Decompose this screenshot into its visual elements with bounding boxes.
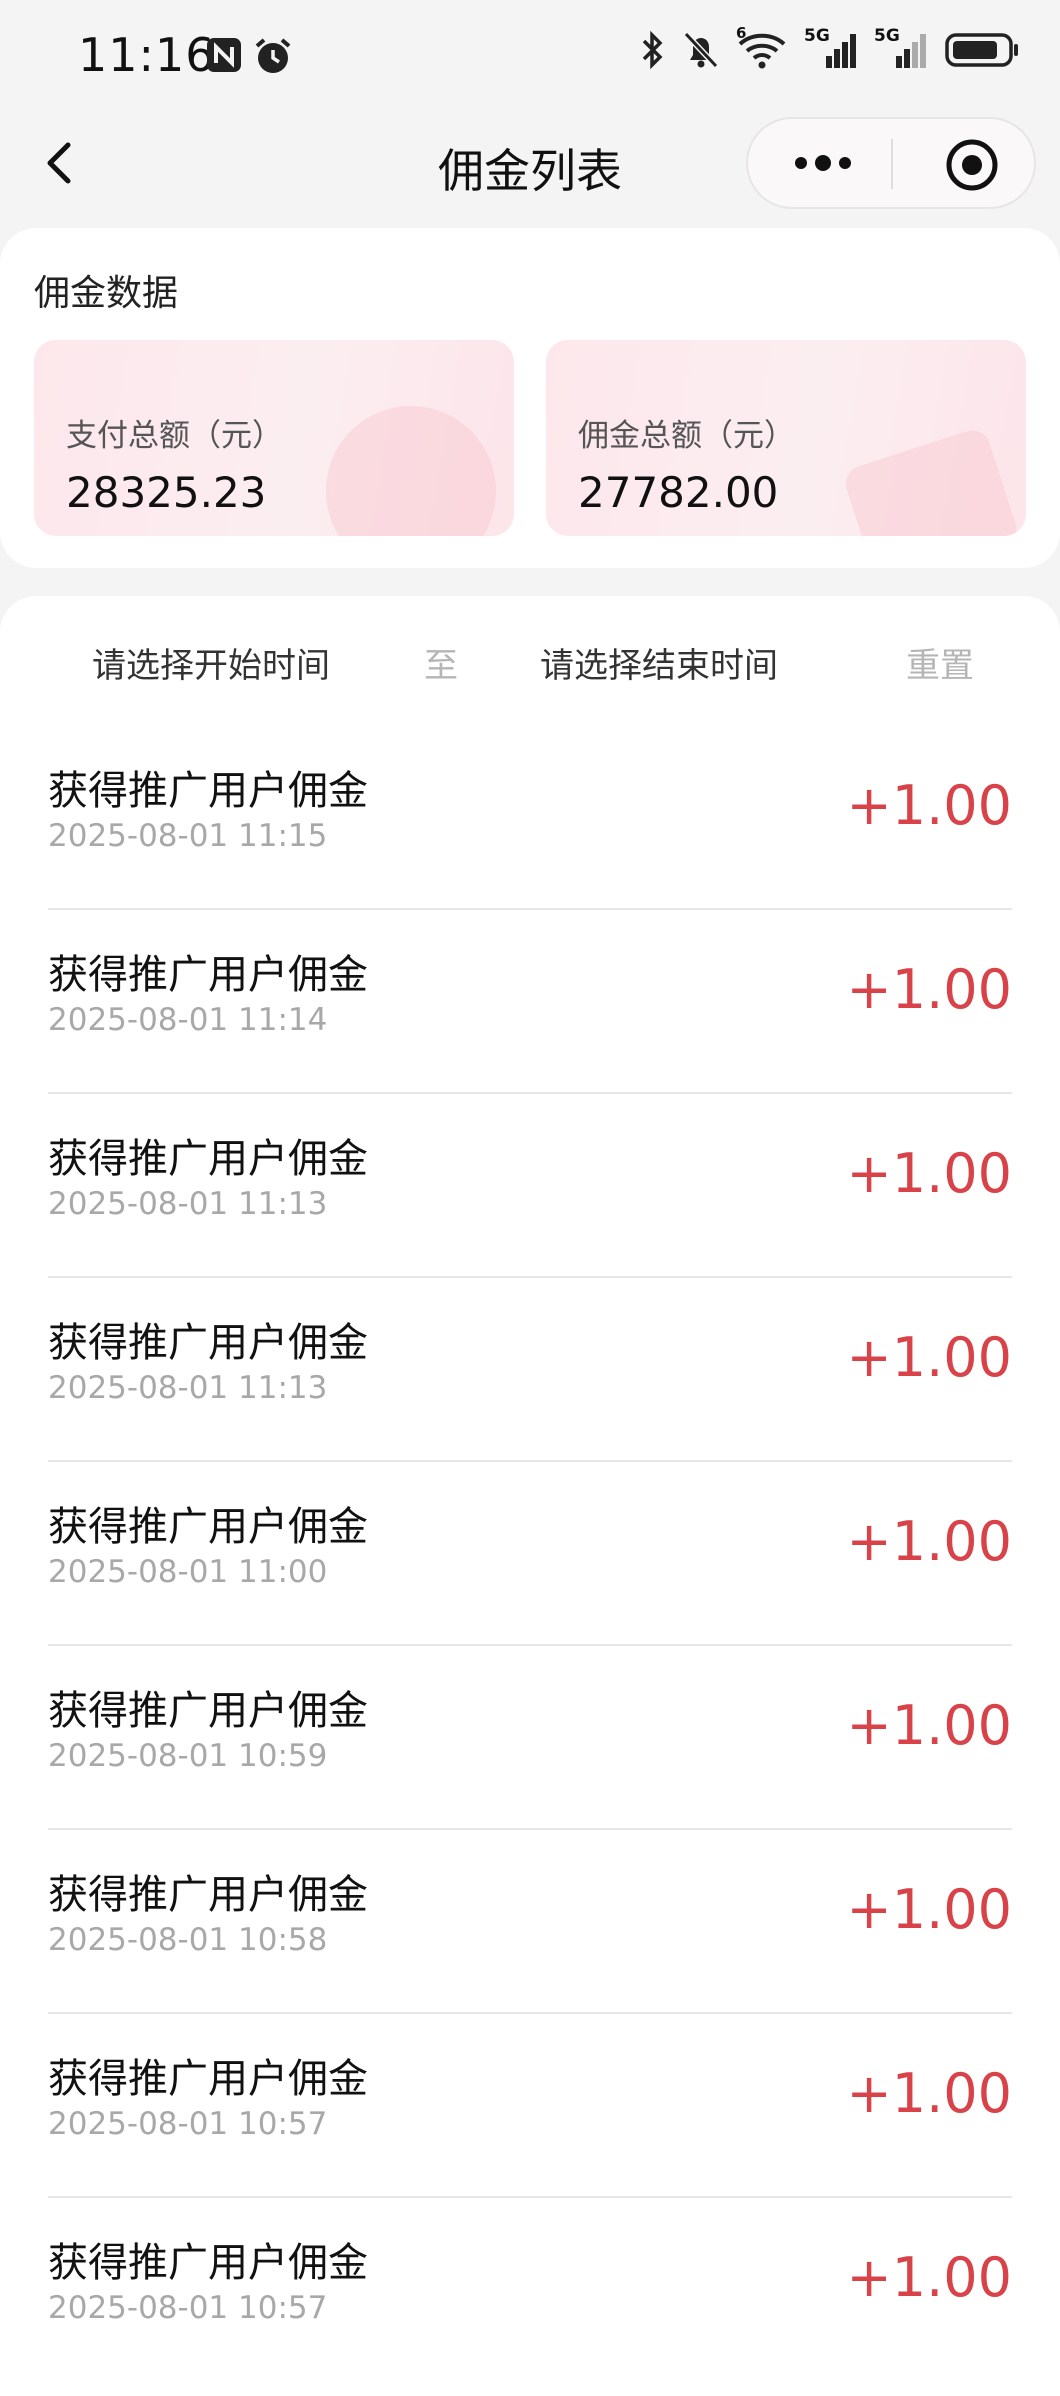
more-button[interactable] bbox=[778, 135, 868, 191]
record-time: 2025-08-01 11:13 bbox=[48, 1370, 328, 1406]
summary-card: 佣金数据 支付总额（元） 28325.23 佣金总额（元） 27782.00 bbox=[0, 228, 1060, 568]
target-circle-icon bbox=[946, 139, 998, 191]
record-title: 获得推广用户佣金 bbox=[48, 2240, 368, 2286]
record-title: 获得推广用户佣金 bbox=[48, 1688, 368, 1734]
record-row: 获得推广用户佣金 2025-08-01 10:57 +1.00 bbox=[48, 2198, 1012, 2382]
mute-bell-icon bbox=[683, 31, 719, 69]
date-filter: 请选择开始时间 至 请选择结束时间 重置 bbox=[0, 596, 1060, 726]
record-title: 获得推广用户佣金 bbox=[48, 952, 368, 998]
record-amount: +1.00 bbox=[846, 958, 1012, 1021]
record-row: 获得推广用户佣金 2025-08-01 10:59 +1.00 bbox=[48, 1646, 1012, 1830]
record-time: 2025-08-01 11:00 bbox=[48, 1554, 328, 1590]
record-row: 获得推广用户佣金 2025-08-01 10:57 +1.00 bbox=[48, 2014, 1012, 2198]
record-amount: +1.00 bbox=[846, 1326, 1012, 1389]
pay-total-box: 支付总额（元） 28325.23 bbox=[34, 340, 514, 536]
record-row: 获得推广用户佣金 2025-08-01 11:00 +1.00 bbox=[48, 1462, 1012, 1646]
status-right-icons: 6 5G 5G bbox=[640, 24, 1020, 70]
record-row: 获得推广用户佣金 2025-08-01 11:15 +1.00 bbox=[48, 726, 1012, 910]
record-amount: +1.00 bbox=[846, 1510, 1012, 1573]
signal-5g-icon bbox=[826, 34, 856, 68]
signal-5g-icon bbox=[896, 34, 926, 68]
signal-indicator-2: 5G bbox=[874, 26, 928, 70]
signal-indicator-1: 5G bbox=[804, 26, 858, 70]
commission-total-label: 佣金总额（元） bbox=[578, 418, 795, 454]
capsule-divider bbox=[891, 139, 893, 189]
record-title: 获得推广用户佣金 bbox=[48, 768, 368, 814]
commission-total-box: 佣金总额（元） 27782.00 bbox=[546, 340, 1026, 536]
alarm-icon bbox=[255, 38, 291, 73]
battery-icon bbox=[945, 33, 1018, 67]
record-row: 获得推广用户佣金 2025-08-01 11:13 +1.00 bbox=[48, 1094, 1012, 1278]
close-button[interactable] bbox=[942, 135, 1002, 195]
record-row: 获得推广用户佣金 2025-08-01 11:13 +1.00 bbox=[48, 1278, 1012, 1462]
record-title: 获得推广用户佣金 bbox=[48, 1504, 368, 1550]
record-time: 2025-08-01 11:13 bbox=[48, 1186, 328, 1222]
record-time: 2025-08-01 10:58 bbox=[48, 1922, 328, 1958]
status-bar: 11:16 6 5G 5G bbox=[0, 0, 1060, 115]
mini-program-capsule bbox=[746, 117, 1036, 209]
record-amount: +1.00 bbox=[846, 1694, 1012, 1757]
record-amount: +1.00 bbox=[846, 1142, 1012, 1205]
status-left-icons bbox=[205, 36, 293, 76]
wallet-decoration bbox=[841, 425, 1021, 536]
nav-bar: 佣金列表 bbox=[0, 115, 1060, 211]
record-title: 获得推广用户佣金 bbox=[48, 1136, 368, 1182]
filter-to-label: 至 bbox=[424, 646, 458, 686]
more-dots-icon bbox=[795, 155, 851, 171]
record-row: 获得推广用户佣金 2025-08-01 11:14 +1.00 bbox=[48, 910, 1012, 1094]
nfc-icon bbox=[207, 38, 241, 72]
money-bag-decoration bbox=[326, 406, 496, 536]
record-list: 获得推广用户佣金 2025-08-01 11:15 +1.00 获得推广用户佣金… bbox=[48, 726, 1012, 2382]
status-time: 11:16 bbox=[78, 28, 216, 82]
pay-total-label: 支付总额（元） bbox=[66, 418, 283, 454]
summary-title: 佣金数据 bbox=[34, 273, 179, 314]
record-row: 获得推广用户佣金 2025-08-01 10:58 +1.00 bbox=[48, 1830, 1012, 2014]
record-time: 2025-08-01 10:57 bbox=[48, 2290, 328, 2326]
pay-total-value: 28325.23 bbox=[66, 468, 267, 517]
record-amount: +1.00 bbox=[846, 774, 1012, 837]
commission-total-value: 27782.00 bbox=[578, 468, 779, 517]
record-title: 获得推广用户佣金 bbox=[48, 2056, 368, 2102]
end-date-picker[interactable]: 请选择结束时间 bbox=[540, 638, 778, 687]
bluetooth-icon bbox=[642, 30, 663, 70]
record-title: 获得推广用户佣金 bbox=[48, 1320, 368, 1366]
record-time: 2025-08-01 10:57 bbox=[48, 2106, 328, 2142]
wifi-badge: 6 bbox=[736, 24, 747, 42]
record-amount: +1.00 bbox=[846, 2062, 1012, 2125]
wifi-indicator: 6 bbox=[736, 24, 788, 70]
record-amount: +1.00 bbox=[846, 2246, 1012, 2309]
record-amount: +1.00 bbox=[846, 1878, 1012, 1941]
record-time: 2025-08-01 10:59 bbox=[48, 1738, 328, 1774]
record-title: 获得推广用户佣金 bbox=[48, 1872, 368, 1918]
commission-list-card: 请选择开始时间 至 请选择结束时间 重置 获得推广用户佣金 2025-08-01… bbox=[0, 596, 1060, 2396]
reset-button[interactable]: 重置 bbox=[906, 638, 974, 687]
record-time: 2025-08-01 11:14 bbox=[48, 1002, 328, 1038]
record-time: 2025-08-01 11:15 bbox=[48, 818, 328, 854]
start-date-picker[interactable]: 请选择开始时间 bbox=[92, 638, 330, 687]
